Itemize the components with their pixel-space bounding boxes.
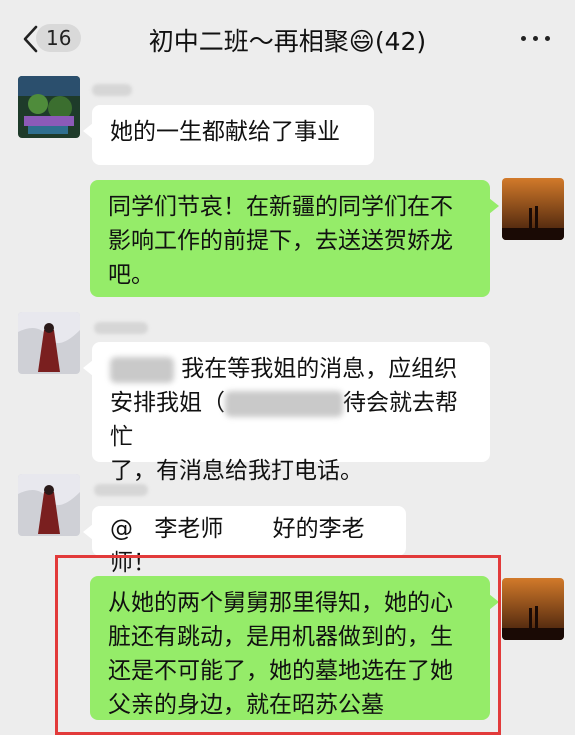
message-text-line: 影响工作的前提下，去送送贺娇龙 <box>108 228 453 254</box>
chat-title: 初中二班～再相聚😄(42) <box>148 27 427 56</box>
message-text: 她的一生都献给了事业 <box>110 119 340 145</box>
message-text-line: 同学们节哀！在新疆的同学们在不 <box>108 194 453 220</box>
avatar[interactable] <box>502 178 564 240</box>
avatar[interactable] <box>18 474 80 536</box>
message-text-line: 了，有消息给我打电话。 <box>110 458 363 484</box>
sender-name-redacted <box>94 322 148 334</box>
message-text-line: 吧。 <box>108 262 154 288</box>
avatar[interactable] <box>18 312 80 374</box>
message-bubble[interactable]: @ 李老师 好的李老师！ <box>83 506 406 576</box>
sender-name-redacted <box>94 484 148 496</box>
avatar[interactable] <box>18 76 80 138</box>
message-text-line: 安排我姐（ 待会就去帮忙 <box>110 386 472 454</box>
message-bubble[interactable]: 我在等我姐的消息，应组织 安排我姐（ 待会就去帮忙 了，有消息给我打电话。 <box>83 342 490 484</box>
message-text: 安排我姐（ <box>110 390 225 416</box>
message-bubble[interactable]: 同学们节哀！在新疆的同学们在不 影响工作的前提下，去送送贺娇龙 吧。 <box>90 180 499 297</box>
avatar[interactable] <box>502 578 564 640</box>
message-text: 我在等我姐的消息，应组织 <box>174 356 458 382</box>
highlight-frame <box>55 555 501 735</box>
message-text-line: 我在等我姐的消息，应组织 <box>110 352 472 386</box>
redacted-text <box>225 390 343 417</box>
sender-name-redacted <box>92 84 132 96</box>
mention-symbol: @ <box>110 516 133 542</box>
chat-header: 16 初中二班～再相聚😄(42) <box>0 0 575 78</box>
message-bubble[interactable]: 她的一生都献给了事业 <box>83 105 374 165</box>
redacted-text <box>110 356 174 383</box>
more-dots-icon[interactable] <box>521 26 551 50</box>
mention-name[interactable]: 李老师 <box>154 516 223 542</box>
